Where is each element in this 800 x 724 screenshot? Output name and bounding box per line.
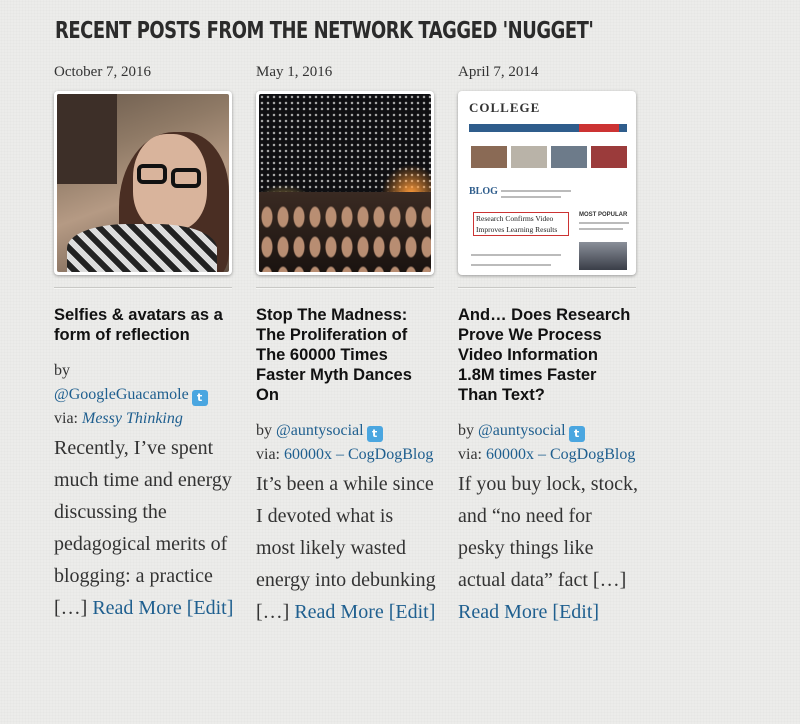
author-link[interactable]: @auntysocial xyxy=(478,422,566,439)
post-title[interactable]: Selfies & avatars as a form of reflectio… xyxy=(54,305,234,345)
divider xyxy=(458,287,636,288)
post-date: May 1, 2016 xyxy=(256,64,333,80)
selfie-photo xyxy=(57,94,229,272)
excerpt-text: If you buy lock, stock, and “no need for… xyxy=(458,473,638,591)
post-thumbnail[interactable] xyxy=(54,91,232,275)
edit-link[interactable]: [Edit] xyxy=(187,597,234,619)
via-label: via: xyxy=(458,446,482,463)
post-thumbnail[interactable] xyxy=(256,91,434,275)
twitter-icon[interactable]: t xyxy=(568,426,585,442)
blog-label: BLOG xyxy=(469,186,498,197)
author-link[interactable]: @GoogleGuacamole xyxy=(54,386,189,403)
post-byline: by @GoogleGuacamole t xyxy=(54,359,234,407)
website-screenshot: COLLEGE BLOG Research Confirms Video Imp… xyxy=(461,94,633,272)
post-card: April 7, 2014 COLLEGE BLOG Research Conf… xyxy=(458,62,638,628)
post-source: via: 60000x – CogDogBlog xyxy=(256,443,436,467)
by-label: by xyxy=(458,422,474,439)
twitter-icon[interactable]: t xyxy=(191,390,208,406)
by-label: by xyxy=(54,362,70,379)
source-link[interactable]: 60000x – CogDogBlog xyxy=(486,446,635,463)
source-link[interactable]: Messy Thinking xyxy=(82,410,183,427)
divider xyxy=(54,287,232,288)
excerpt-text: Recently, I’ve spent much time and energ… xyxy=(54,437,232,619)
post-card: May 1, 2016 Stop The Madness: The Prolif… xyxy=(256,62,436,628)
post-excerpt: It’s been a while since I devoted what i… xyxy=(256,468,436,628)
post-date: April 7, 2014 xyxy=(458,64,539,80)
post-title[interactable]: And… Does Research Prove We Process Vide… xyxy=(458,305,638,405)
by-label: by xyxy=(256,422,272,439)
via-label: via: xyxy=(256,446,280,463)
post-byline: by @auntysocial t xyxy=(256,419,436,443)
post-card: October 7, 2016 Selfies & avatars as a f… xyxy=(54,62,234,624)
divider xyxy=(256,287,434,288)
post-byline: by @auntysocial t xyxy=(458,419,638,443)
concert-photo xyxy=(259,94,431,272)
post-thumbnail[interactable]: COLLEGE BLOG Research Confirms Video Imp… xyxy=(458,91,636,275)
post-source: via: Messy Thinking xyxy=(54,407,234,431)
post-source: via: 60000x – CogDogBlog xyxy=(458,443,638,467)
source-link[interactable]: 60000x – CogDogBlog xyxy=(284,446,433,463)
read-more-link[interactable]: Read More xyxy=(92,597,181,619)
post-excerpt: If you buy lock, stock, and “no need for… xyxy=(458,468,638,628)
post-date: October 7, 2016 xyxy=(54,64,152,80)
edit-link[interactable]: [Edit] xyxy=(552,601,599,623)
thumb-headline: Research Confirms Video Improves Learnin… xyxy=(473,212,569,236)
twitter-icon[interactable]: t xyxy=(366,426,383,442)
read-more-link[interactable]: Read More xyxy=(294,601,383,623)
author-link[interactable]: @auntysocial xyxy=(276,422,364,439)
most-popular-label: MOST POPULAR xyxy=(579,212,628,218)
edit-link[interactable]: [Edit] xyxy=(389,601,436,623)
site-logo: COLLEGE xyxy=(469,100,541,115)
post-excerpt: Recently, I’ve spent much time and energ… xyxy=(54,432,234,624)
via-label: via: xyxy=(54,410,78,427)
read-more-link[interactable]: Read More xyxy=(458,601,547,623)
page-title: RECENT POSTS FROM THE NETWORK TAGGED 'NU… xyxy=(55,18,594,44)
post-title[interactable]: Stop The Madness: The Proliferation of T… xyxy=(256,305,436,405)
